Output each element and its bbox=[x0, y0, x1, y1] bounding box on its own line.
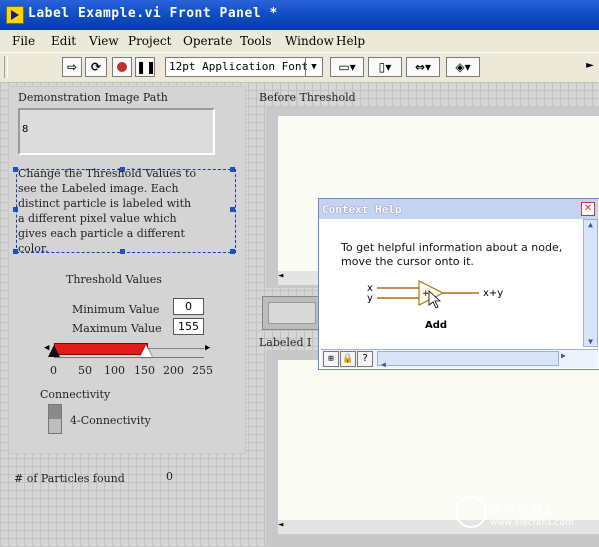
help-question-icon[interactable]: ? bbox=[357, 351, 373, 367]
description-text: Change the Threshold Values to see the L… bbox=[18, 166, 196, 256]
description-line: see the Labeled image. Each bbox=[18, 182, 179, 195]
threshold-title: Threshold Values bbox=[66, 273, 162, 286]
resize-handle[interactable] bbox=[230, 207, 235, 212]
before-scroll-left-icon[interactable]: ◄ bbox=[278, 271, 318, 285]
scale-tick-label: 200 bbox=[163, 364, 184, 377]
menu-help[interactable]: Help bbox=[336, 34, 365, 48]
align-objects-icon[interactable]: ▭▾ bbox=[330, 57, 364, 77]
resize-handle[interactable] bbox=[230, 167, 235, 172]
add-node-diagram: x y + x+y Add bbox=[367, 280, 503, 331]
context-help-title: Context Help bbox=[322, 203, 402, 216]
run-continuously-icon[interactable]: ⟳ bbox=[85, 57, 107, 77]
scale-tick-label: 100 bbox=[104, 364, 125, 377]
menu-view[interactable]: View bbox=[89, 34, 119, 48]
menu-window[interactable]: Window bbox=[285, 34, 334, 48]
image-display-overlay bbox=[262, 296, 322, 330]
context-help-hscroll[interactable]: ◀ bbox=[377, 351, 559, 369]
connectivity-label: Connectivity bbox=[40, 388, 111, 401]
labeled-image-display[interactable] bbox=[278, 360, 599, 520]
distribute-objects-icon[interactable]: ▯▾ bbox=[368, 57, 402, 77]
abort-icon[interactable] bbox=[112, 57, 132, 77]
help-line: move the cursor onto it. bbox=[341, 255, 474, 268]
menu-tools[interactable]: Tools bbox=[240, 34, 272, 48]
lock-icon[interactable]: 🔒 bbox=[340, 351, 356, 367]
pause-icon[interactable]: ❚❚ bbox=[135, 57, 156, 77]
watermark-url: www.elecfans.com bbox=[490, 518, 574, 528]
max-value-input[interactable]: 155 bbox=[173, 318, 204, 335]
description-line: Change the Threshold Values to bbox=[18, 167, 197, 180]
context-help-bottom-bar: ⊞ 🔒 ? ◀ ▶ bbox=[321, 349, 598, 369]
path-value: 8 bbox=[22, 124, 29, 135]
description-line: color. bbox=[18, 242, 49, 255]
scale-tick-label: 150 bbox=[134, 364, 155, 377]
run-arrow-icon[interactable]: ⇨ bbox=[62, 57, 82, 77]
output-label: x+y bbox=[483, 288, 503, 299]
description-line: gives each particle a different bbox=[18, 227, 185, 240]
title-bar: Label Example.vi Front Panel * bbox=[0, 0, 599, 30]
menu-bar: File Edit View Project Operate Tools Win… bbox=[0, 30, 599, 52]
context-help-window: Context Help ✕ To get helpful informatio… bbox=[318, 198, 599, 370]
particles-value: 0 bbox=[166, 470, 173, 483]
connectivity-value: 4-Connectivity bbox=[70, 414, 151, 427]
resize-handle[interactable] bbox=[230, 249, 235, 254]
slider-range-fill bbox=[54, 343, 148, 355]
close-icon[interactable]: ✕ bbox=[581, 202, 595, 216]
scale-tick-label: 50 bbox=[78, 364, 92, 377]
toolbar: ⇨ ⟳ ❚❚ 12pt Application Font ▼ ▭▾ ▯▾ ⇔▾ … bbox=[0, 52, 599, 84]
toolbar-more-icon[interactable]: ► bbox=[583, 57, 597, 77]
node-name: Add bbox=[425, 320, 447, 331]
watermark-logo-icon bbox=[455, 496, 487, 528]
min-slider-thumb[interactable] bbox=[48, 345, 60, 357]
scale-tick-label: 0 bbox=[50, 364, 57, 377]
path-label: Demonstration Image Path bbox=[18, 91, 168, 104]
menu-operate[interactable]: Operate bbox=[183, 34, 232, 48]
description-line: distinct particle is labeled with bbox=[18, 197, 192, 210]
resize-objects-icon[interactable]: ⇔▾ bbox=[406, 57, 440, 77]
menu-edit[interactable]: Edit bbox=[51, 34, 76, 48]
labeled-image-label: Labeled I bbox=[259, 336, 312, 349]
watermark-text: 电子发烧友 bbox=[488, 504, 559, 519]
min-label: Minimum Value bbox=[72, 303, 160, 316]
connectivity-switch[interactable] bbox=[48, 404, 62, 434]
help-line: To get helpful information about a node, bbox=[341, 241, 563, 254]
max-label: Maximum Value bbox=[72, 322, 162, 335]
font-select-value: 12pt Application Font bbox=[169, 60, 309, 73]
vi-icon bbox=[6, 6, 24, 24]
menu-file[interactable]: File bbox=[12, 34, 35, 48]
detailed-help-icon[interactable]: ⊞ bbox=[323, 351, 339, 367]
description-line: a different pixel value which bbox=[18, 212, 177, 225]
hscroll-right-icon[interactable]: ▶ bbox=[561, 351, 575, 366]
context-help-vscroll[interactable]: ▲ ▼ bbox=[583, 219, 598, 347]
before-threshold-label: Before Threshold bbox=[259, 91, 356, 104]
context-help-message: To get helpful information about a node,… bbox=[341, 241, 562, 269]
svg-text:+: + bbox=[422, 289, 430, 299]
image-path-control[interactable]: 8 bbox=[18, 108, 215, 155]
font-select[interactable]: 12pt Application Font ▼ bbox=[165, 57, 323, 77]
chevron-down-icon: ▼ bbox=[305, 58, 322, 76]
window-title: Label Example.vi Front Panel * bbox=[28, 6, 278, 21]
particles-label: # of Particles found bbox=[14, 472, 125, 485]
slider-right-arrow-icon[interactable]: ▶ bbox=[205, 343, 210, 353]
input-y-label: y bbox=[367, 293, 373, 304]
toolbar-grip bbox=[4, 56, 8, 78]
min-value-input[interactable]: 0 bbox=[173, 298, 204, 315]
slider-scale bbox=[54, 357, 204, 362]
max-slider-thumb[interactable] bbox=[140, 345, 152, 357]
context-help-titlebar: Context Help ✕ bbox=[319, 199, 598, 219]
reorder-icon[interactable]: ◈▾ bbox=[446, 57, 480, 77]
menu-project[interactable]: Project bbox=[128, 34, 171, 48]
scale-tick-label: 255 bbox=[192, 364, 213, 377]
